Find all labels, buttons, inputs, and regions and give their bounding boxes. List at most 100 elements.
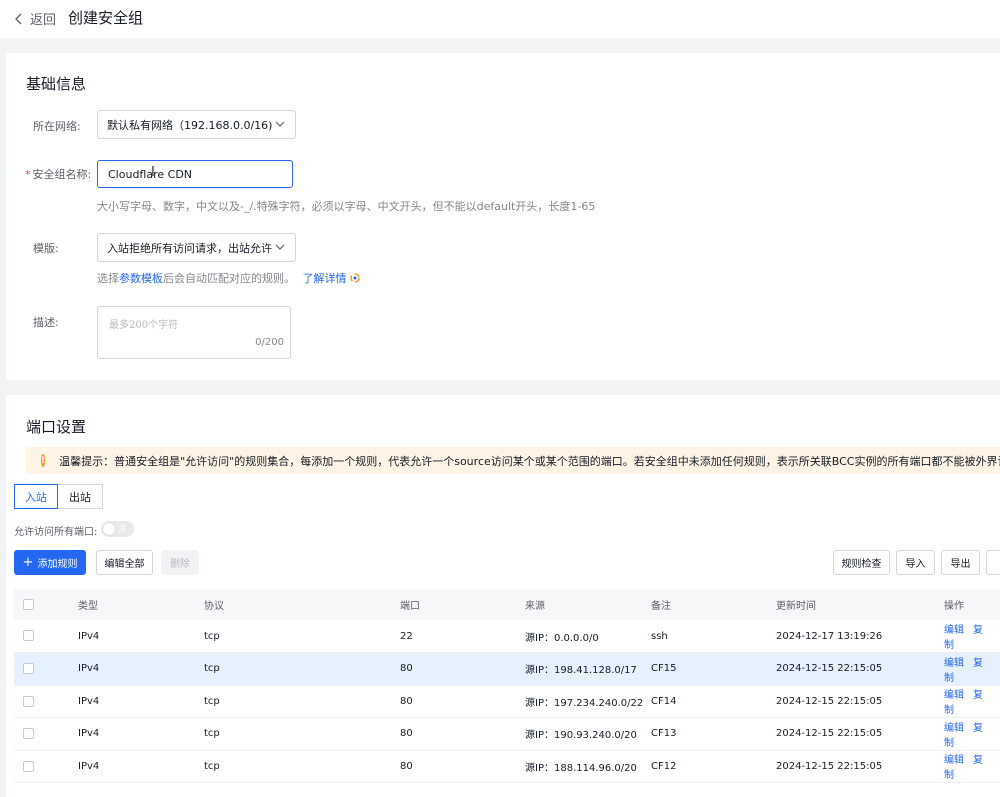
cell-note: CF15 xyxy=(651,652,776,686)
description-textarea[interactable]: 最多200个字符 0/200 xyxy=(97,306,291,359)
col-note: 备注 xyxy=(651,589,776,620)
import-button[interactable]: 导入 xyxy=(896,550,935,575)
name-input[interactable]: Cloudflare CDN xyxy=(97,160,293,188)
row-checkbox[interactable] xyxy=(23,630,34,642)
cell-updated: 2024-12-15 22:15:05 xyxy=(776,750,944,783)
required-mark: * xyxy=(25,168,31,181)
tab-inbound[interactable]: 入站 xyxy=(14,484,58,509)
chevron-left-icon xyxy=(15,13,22,24)
cell-source: 源IP：188.114.96.0/20 xyxy=(525,750,651,783)
char-counter: 0/200 xyxy=(255,337,284,348)
network-value: 默认私有网络（192.168.0.0/16) xyxy=(107,118,273,132)
back-button[interactable]: 返回 xyxy=(14,9,56,28)
cell-type: IPv4 xyxy=(78,620,204,653)
allow-all-label: 允许访问所有端口: xyxy=(14,527,98,538)
edit-link[interactable]: 编辑 xyxy=(944,625,964,636)
col-type: 类型 xyxy=(78,589,204,620)
cell-protocol: tcp xyxy=(204,620,400,653)
learn-more-link[interactable]: 了解详情 xyxy=(303,272,347,285)
cell-type: IPv4 xyxy=(78,750,204,783)
row-checkbox[interactable] xyxy=(23,695,34,707)
edit-link[interactable]: 编辑 xyxy=(944,755,964,766)
name-value: Cloudflare CDN xyxy=(108,167,193,181)
cell-protocol: tcp xyxy=(204,652,400,686)
name-hint: 大小写字母、数字，中文以及-_/.特殊字符，必须以字母、中文开头，但不能以def… xyxy=(97,200,596,213)
edit-link[interactable]: 编辑 xyxy=(944,690,964,701)
cell-updated: 2024-12-15 22:15:05 xyxy=(776,685,944,718)
rules-table: 类型 协议 端口 来源 备注 更新时间 操作 IPv4 tcp 22 源IP：0… xyxy=(14,589,1000,783)
network-select[interactable]: 默认私有网络（192.168.0.0/16) xyxy=(97,110,296,139)
table-row: IPv4 tcp 80 源IP：197.234.240.0/22 CF14 20… xyxy=(14,685,1000,718)
plus-icon: + xyxy=(22,555,34,570)
toggle-knob xyxy=(103,523,115,535)
top-bar: 返回 创建安全组 xyxy=(0,0,1000,38)
rule-check-button[interactable]: 规则检查 xyxy=(833,550,890,575)
cell-port: 80 xyxy=(400,652,525,686)
col-updated: 更新时间 xyxy=(776,589,944,620)
col-protocol: 协议 xyxy=(204,589,400,620)
template-hint: 选择参数模板后会自动匹配对应的规则。 了解详情 xyxy=(97,270,360,286)
warning-icon: ! xyxy=(41,454,46,467)
table-row: IPv4 tcp 22 源IP：0.0.0.0/0 ssh 2024-12-17… xyxy=(14,620,1000,653)
direction-tabs: 入站 出站 xyxy=(14,484,103,509)
cell-source: 源IP：0.0.0.0/0 xyxy=(525,620,651,653)
cell-protocol: tcp xyxy=(204,685,400,718)
col-actions: 操作 xyxy=(944,589,1000,620)
delete-button[interactable]: 删除 xyxy=(161,550,199,575)
cell-note: CF13 xyxy=(651,717,776,751)
toggle-label: 关 xyxy=(118,525,128,535)
template-label: 模版: xyxy=(33,242,59,255)
network-label: 所在网络: xyxy=(33,120,81,133)
warning-tip: ! 温馨提示：普通安全组是"允许访问"的规则集合，每添加一个规则，代表允许一个s… xyxy=(26,447,1000,474)
cell-note: CF14 xyxy=(651,685,776,718)
port-settings-title: 端口设置 xyxy=(26,418,87,436)
cell-type: IPv4 xyxy=(78,717,204,751)
page-title: 创建安全组 xyxy=(68,9,144,27)
cell-type: IPv4 xyxy=(78,652,204,686)
cell-port: 80 xyxy=(400,750,525,783)
table-header: 类型 协议 端口 来源 备注 更新时间 操作 xyxy=(14,589,1000,620)
more-button[interactable] xyxy=(986,550,1000,575)
text-cursor-icon: I xyxy=(151,165,155,180)
add-rule-button[interactable]: + 添加规则 xyxy=(14,550,86,575)
row-checkbox[interactable] xyxy=(23,728,34,739)
table-row: IPv4 tcp 80 源IP：190.93.240.0/20 CF13 202… xyxy=(14,717,1000,751)
table-row: IPv4 tcp 80 源IP：188.114.96.0/20 CF12 202… xyxy=(14,750,1000,783)
cell-port: 22 xyxy=(400,620,525,653)
chevron-down-icon xyxy=(275,121,285,127)
desc-placeholder: 最多200个字符 xyxy=(109,320,179,331)
cell-port: 80 xyxy=(400,685,525,718)
row-checkbox[interactable] xyxy=(23,760,34,772)
cell-source: 源IP：197.234.240.0/22 xyxy=(525,685,651,718)
col-source: 来源 xyxy=(525,589,651,620)
cell-updated: 2024-12-15 22:15:05 xyxy=(776,652,944,686)
table-row: IPv4 tcp 80 源IP：198.41.128.0/17 CF15 202… xyxy=(14,652,1000,686)
cell-protocol: tcp xyxy=(204,717,400,751)
col-port: 端口 xyxy=(400,589,525,620)
cell-note: ssh xyxy=(651,620,776,653)
template-select[interactable]: 入站拒绝所有访问请求，出站允许 xyxy=(97,233,296,262)
cell-updated: 2024-12-17 13:19:26 xyxy=(776,620,944,653)
cell-protocol: tcp xyxy=(204,750,400,783)
tab-outbound[interactable]: 出站 xyxy=(58,484,103,509)
select-all-checkbox[interactable] xyxy=(23,598,34,610)
external-link-icon xyxy=(350,273,360,283)
name-label: * 安全组名称: xyxy=(25,168,92,181)
chevron-down-icon xyxy=(275,244,285,250)
cell-source: 源IP：198.41.128.0/17 xyxy=(525,652,651,686)
allow-all-toggle[interactable]: 关 xyxy=(101,521,134,537)
tip-text: 温馨提示：普通安全组是"允许访问"的规则集合，每添加一个规则，代表允许一个sou… xyxy=(59,454,1000,468)
cell-source: 源IP：190.93.240.0/20 xyxy=(525,717,651,751)
cell-note: CF12 xyxy=(651,750,776,783)
edit-link[interactable]: 编辑 xyxy=(944,723,964,734)
export-button[interactable]: 导出 xyxy=(941,550,980,575)
template-value: 入站拒绝所有访问请求，出站允许 xyxy=(107,241,272,255)
basic-info-title: 基础信息 xyxy=(26,75,87,93)
cell-updated: 2024-12-15 22:15:05 xyxy=(776,717,944,751)
cell-port: 80 xyxy=(400,717,525,751)
edit-all-button[interactable]: 编辑全部 xyxy=(96,550,153,575)
param-template-link[interactable]: 参数模板 xyxy=(119,272,163,285)
row-checkbox[interactable] xyxy=(23,663,34,674)
back-label: 返回 xyxy=(30,13,57,28)
edit-link[interactable]: 编辑 xyxy=(944,658,964,669)
